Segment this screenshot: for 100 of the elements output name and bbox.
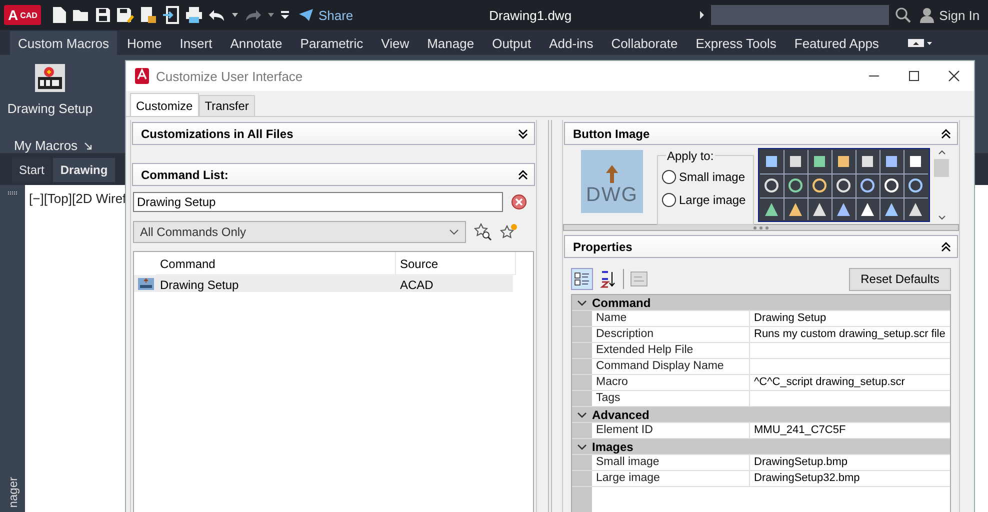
print-icon[interactable]	[185, 6, 204, 24]
search-field[interactable]: Drawing Setup	[133, 192, 503, 212]
ribbon-tab[interactable]: Add-ins	[541, 31, 602, 55]
sign-in-button[interactable]: Sign In	[919, 7, 980, 23]
scroll-thumb[interactable]	[934, 159, 949, 177]
reset-defaults-button[interactable]: Reset Defaults	[849, 268, 951, 290]
table-cell-text: Drawing Setup	[159, 277, 240, 292]
close-icon[interactable]	[948, 70, 960, 82]
new-star-icon[interactable]	[500, 223, 518, 241]
chevron-down-icon	[449, 229, 459, 235]
ribbon-button[interactable]: Drawing Setup	[10, 63, 90, 116]
new-file-icon[interactable]	[51, 6, 68, 24]
collapse-icon[interactable]	[940, 126, 952, 140]
ribbon-tab[interactable]: Express Tools	[688, 31, 784, 55]
section-header[interactable]: Button Image	[564, 122, 958, 145]
radio-option[interactable]: Large image	[662, 193, 746, 207]
search-field[interactable]	[711, 5, 890, 25]
property-value[interactable]: Drawing Setup	[750, 311, 950, 326]
ribbon-tab[interactable]: Home	[119, 31, 170, 55]
section-title: Button Image	[573, 126, 650, 140]
collapse-icon[interactable]	[577, 442, 587, 450]
ribbon-tab[interactable]: Parametric	[292, 31, 372, 55]
redo-icon[interactable]	[244, 8, 262, 22]
open-folder-icon[interactable]	[72, 7, 90, 23]
property-name: Tags	[592, 391, 750, 406]
viewport-controls[interactable]: [−][Top][2D Wiref	[29, 191, 126, 206]
category-row[interactable]: Advanced	[572, 407, 950, 423]
app-icon	[134, 67, 150, 85]
palette-label[interactable]: nager	[6, 473, 20, 512]
document-icon[interactable]	[139, 6, 158, 24]
panel-toggle-icon[interactable]	[906, 37, 933, 49]
category-row[interactable]: Images	[572, 439, 950, 455]
icon-gallery-drawing[interactable]	[758, 148, 930, 222]
export-icon[interactable]	[162, 6, 180, 24]
ribbon-tab[interactable]: Manage	[419, 31, 482, 55]
property-value[interactable]: MMU_241_C7C5F	[750, 423, 950, 438]
ribbon-tab[interactable]: Featured Apps	[786, 31, 887, 55]
property-name: Extended Help File	[592, 343, 750, 358]
save-icon[interactable]	[95, 7, 112, 23]
window-title: Drawing1.dwg	[489, 8, 573, 22]
collapse-icon[interactable]	[577, 410, 587, 418]
ribbon-tab[interactable]: Collaborate	[603, 31, 686, 55]
property-value[interactable]: Runs my custom drawing_setup.scr file	[750, 327, 950, 342]
arrow-icon	[605, 164, 619, 184]
radio-option[interactable]: Small image	[662, 170, 746, 184]
dialog-tab[interactable]: Transfer	[198, 95, 255, 116]
property-value[interactable]: DrawingSetup32.bmp	[750, 471, 950, 486]
dialog-title: Customize User Interface	[156, 68, 303, 84]
share-button[interactable]: Share	[298, 8, 354, 22]
maximize-icon[interactable]	[908, 70, 920, 82]
section-title: Properties	[573, 240, 632, 254]
window-icon	[630, 271, 648, 287]
collapse-icon[interactable]	[517, 168, 529, 182]
group-label: Apply to:	[666, 149, 715, 163]
dropdown-icon[interactable]	[280, 10, 290, 20]
list-icon	[574, 271, 590, 287]
property-name: Command Display Name	[592, 359, 750, 374]
splitter-handle[interactable]	[563, 224, 959, 231]
save-as-icon[interactable]	[116, 7, 134, 23]
send-icon	[298, 8, 314, 22]
expand-icon[interactable]	[517, 126, 529, 140]
scroll-down-icon[interactable]	[938, 215, 946, 220]
file-tab[interactable]: Start	[12, 158, 52, 182]
property-value[interactable]: ^C^C_script drawing_setup.scr	[750, 375, 950, 390]
property-name: Name	[592, 311, 750, 326]
filter-dropdown[interactable]: All Commands Only	[133, 221, 466, 243]
clear-icon[interactable]	[511, 194, 527, 210]
section-header[interactable]: Customizations in All Files	[132, 122, 535, 145]
category-row[interactable]: Command	[572, 295, 950, 311]
undo-icon[interactable]	[208, 8, 226, 22]
caret-icon[interactable]	[231, 12, 240, 18]
file-tab[interactable]: Drawing	[53, 158, 115, 182]
ribbon-tab[interactable]: Annotate	[222, 31, 290, 55]
caret-icon[interactable]	[267, 12, 276, 18]
section-header[interactable]: Properties	[564, 235, 958, 258]
star-search-icon[interactable]	[474, 223, 492, 241]
collapse-icon[interactable]	[577, 298, 587, 306]
panel-title: My Macros	[14, 138, 78, 153]
table-row[interactable]: Drawing Setup ACAD	[134, 275, 513, 292]
property-name: Macro	[592, 375, 750, 390]
expand-arrow-icon[interactable]	[699, 10, 706, 20]
section-header[interactable]: Command List:	[132, 163, 535, 186]
search-icon[interactable]	[895, 7, 912, 23]
ribbon-tab[interactable]: Custom Macros	[10, 31, 118, 55]
property-name: Description	[592, 327, 750, 342]
dialog-tab[interactable]: Customize	[130, 93, 199, 116]
preview-label: DWG	[586, 184, 638, 207]
collapse-icon[interactable]	[940, 240, 952, 254]
property-value[interactable]: DrawingSetup.bmp	[750, 455, 950, 470]
section-title: Customizations in All Files	[141, 126, 294, 140]
image-icon	[138, 278, 154, 290]
ribbon-tab[interactable]: Output	[484, 31, 540, 55]
scrollbar[interactable]	[933, 148, 950, 222]
ribbon-tab[interactable]: View	[373, 31, 418, 55]
scroll-up-icon[interactable]	[938, 150, 946, 155]
property-name: Large image	[592, 471, 750, 486]
launcher-icon[interactable]	[84, 142, 92, 150]
grip-icon[interactable]	[6, 191, 18, 195]
ribbon-tab[interactable]: Insert	[172, 31, 220, 55]
categorized-button[interactable]	[571, 268, 593, 290]
